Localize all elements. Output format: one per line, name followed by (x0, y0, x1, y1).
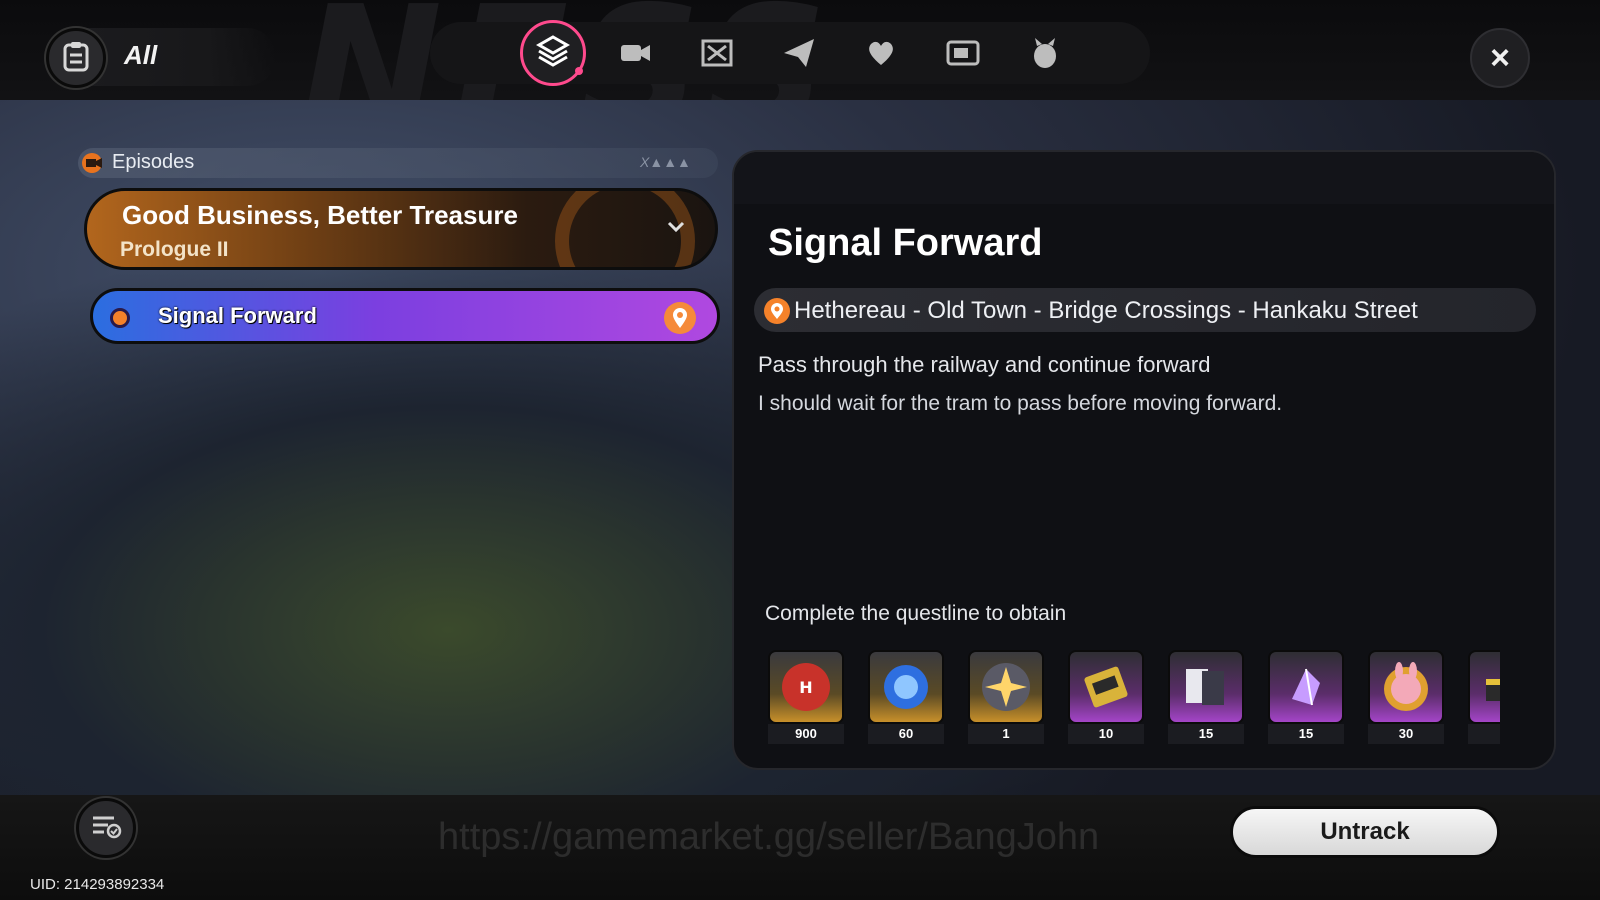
close-button[interactable]: × (1470, 28, 1530, 88)
section-decoration: X▲▲▲ (640, 154, 691, 170)
episode-subtitle: Prologue II (120, 238, 229, 261)
bunny-coin-reward-icon (1368, 650, 1444, 724)
rewards-label: Complete the questline to obtain (765, 602, 1067, 625)
clipboard-icon (61, 40, 91, 77)
reward-item[interactable]: 30 (1368, 650, 1444, 746)
partial-reward-icon (1468, 650, 1500, 724)
tab-all-quests[interactable] (520, 20, 586, 86)
bangboo-quest-icon (1030, 36, 1060, 75)
crystal-reward-icon (1268, 650, 1344, 724)
reward-quantity: 1 (968, 724, 1044, 744)
tab-heart[interactable] (856, 30, 906, 80)
reward-item[interactable]: 6 (1468, 650, 1500, 746)
tab-tv[interactable] (938, 30, 988, 80)
star-material-reward-icon (968, 650, 1044, 724)
quest-objective: Pass through the railway and continue fo… (758, 352, 1211, 377)
episode-title: Good Business, Better Treasure (122, 200, 518, 230)
reward-item[interactable]: 1 (968, 650, 1044, 746)
reward-item[interactable]: 15 (1268, 650, 1344, 746)
uid-text: UID: 214293892334 (30, 876, 165, 893)
svg-text:H: H (799, 678, 812, 697)
episode-category-icon (80, 152, 106, 174)
heart-quest-icon (865, 37, 897, 74)
reward-quantity: 6 (1468, 724, 1500, 744)
reward-item[interactable]: H 900 (768, 650, 844, 746)
location-text: Hethereau - Old Town - Bridge Crossings … (794, 297, 1418, 324)
tape-reward-icon (1068, 650, 1144, 724)
notification-dot (575, 67, 583, 75)
reward-quantity: 15 (1268, 724, 1344, 744)
hunter-badge-reward-icon: H (768, 650, 844, 724)
reward-quantity: 60 (868, 724, 944, 744)
reward-item[interactable]: 60 (868, 650, 944, 746)
tab-bangboo[interactable] (1020, 30, 1070, 80)
quest-title: Signal Forward (768, 222, 1043, 264)
reward-quantity: 30 (1368, 724, 1444, 744)
list-check-icon (90, 812, 122, 845)
watermark-text: https://gamemarket.gg/seller/BangJohn (438, 816, 1100, 858)
cards-reward-icon (1168, 650, 1244, 724)
reward-quantity: 15 (1168, 724, 1244, 744)
camera-quest-icon (617, 39, 653, 72)
episodes-section-title: Episodes (112, 151, 195, 173)
quest-log-button[interactable] (46, 28, 106, 88)
film-quest-icon (700, 38, 734, 73)
layers-icon (535, 34, 571, 73)
reward-item[interactable]: 15 (1168, 650, 1244, 746)
polychrome-orb-reward-icon (868, 650, 944, 724)
tab-paper-plane[interactable] (774, 30, 824, 80)
reward-quantity: 10 (1068, 724, 1144, 744)
reward-item[interactable]: 10 (1068, 650, 1144, 746)
untrack-button[interactable]: Untrack (1230, 806, 1500, 858)
chevron-down-icon[interactable] (666, 218, 686, 239)
tab-camera[interactable] (610, 30, 660, 80)
panel-header-band (734, 152, 1554, 204)
task-list-button[interactable] (76, 798, 136, 858)
location-pin-icon (764, 298, 790, 324)
paper-plane-icon (782, 37, 816, 74)
tv-quest-icon (945, 38, 981, 73)
location-pin-icon[interactable] (664, 302, 696, 334)
quest-item-label: Signal Forward (158, 303, 317, 328)
reward-quantity: 900 (768, 724, 844, 744)
filter-label[interactable]: All (124, 40, 157, 71)
tab-film[interactable] (692, 30, 742, 80)
quest-status-dot (110, 308, 130, 328)
quest-description: I should wait for the tram to pass befor… (758, 392, 1283, 415)
